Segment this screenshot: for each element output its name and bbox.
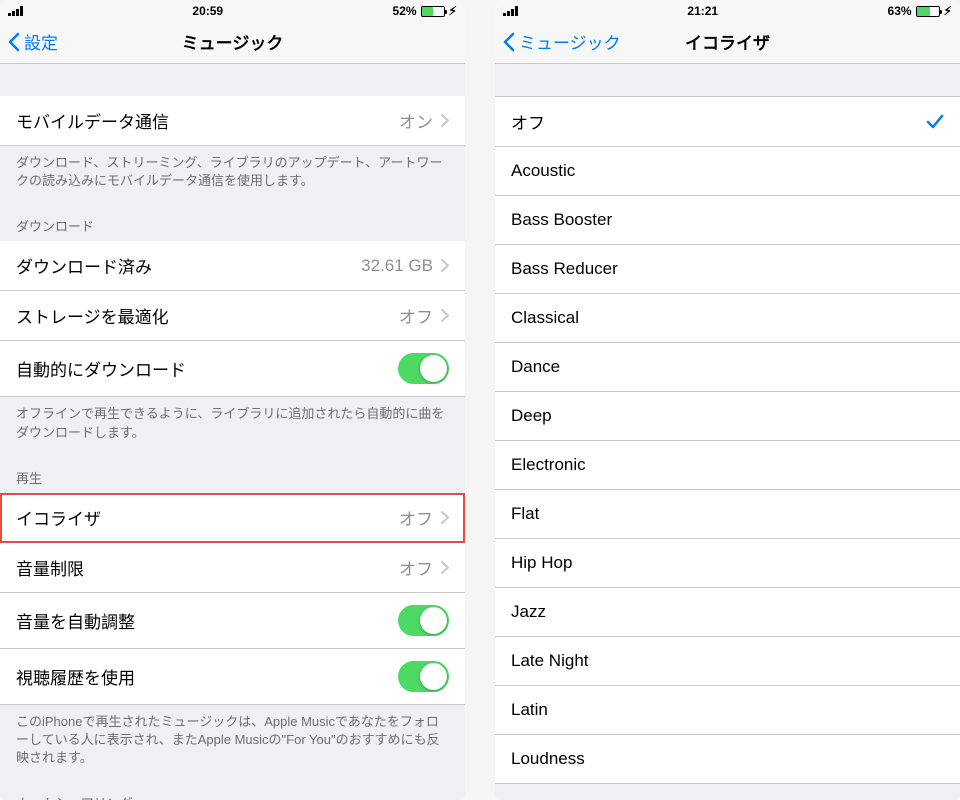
optimize-storage-cell[interactable]: ストレージを最適化 オフ (0, 291, 465, 341)
home-sharing-header: ホームシェアリング (0, 775, 465, 800)
battery-percentage: 52% (393, 4, 417, 18)
cell-value: 32.61 GB (361, 256, 433, 276)
cell-value: オン (399, 108, 433, 133)
eq-option-cell[interactable]: Hip Hop (495, 539, 960, 588)
disclosure-icon (441, 114, 449, 127)
eq-option-cell[interactable]: Acoustic (495, 147, 960, 196)
signal-icon (503, 6, 518, 16)
eq-option-cell[interactable]: Bass Booster (495, 196, 960, 245)
eq-option-cell[interactable]: Late Night (495, 637, 960, 686)
toggle-switch-on[interactable] (398, 353, 449, 384)
eq-option-label: Dance (511, 357, 560, 377)
charging-icon: ⚡︎ (944, 4, 952, 18)
disclosure-icon (441, 309, 449, 322)
back-label: 設定 (24, 29, 58, 54)
back-button[interactable]: 設定 (8, 29, 58, 54)
eq-option-label: オフ (511, 109, 545, 134)
cellular-footer: ダウンロード、ストリーミング、ライブラリのアップデート、アートワークの読み込みに… (0, 146, 465, 198)
eq-option-label: Latin (511, 700, 548, 720)
auto-download-cell[interactable]: 自動的にダウンロード (0, 341, 465, 397)
battery-icon (421, 6, 445, 17)
eq-option-label: Hip Hop (511, 553, 572, 573)
chevron-left-icon (8, 32, 20, 52)
volume-limit-cell[interactable]: 音量制限 オフ (0, 543, 465, 593)
eq-option-label: Loudness (511, 749, 585, 769)
back-label: ミュージック (519, 29, 621, 54)
eq-option-label: Acoustic (511, 161, 575, 181)
cellular-data-cell[interactable]: モバイルデータ通信 オン (0, 96, 465, 146)
disclosure-icon (441, 511, 449, 524)
phone-equalizer-settings: 21:21 63% ⚡︎ ミュージック イコライザ オフ Acoustic Bass… (495, 0, 960, 800)
eq-option-label: Late Night (511, 651, 589, 671)
sound-check-cell[interactable]: 音量を自動調整 (0, 593, 465, 649)
equalizer-list[interactable]: オフ Acoustic Bass Booster Bass Reducer Classi… (495, 64, 960, 800)
playback-footer: このiPhoneで再生されたミュージックは、Apple Musicであなたをフォ… (0, 705, 465, 776)
eq-option-cell[interactable]: Electronic (495, 441, 960, 490)
eq-option-cell[interactable]: Jazz (495, 588, 960, 637)
eq-option-label: Jazz (511, 602, 546, 622)
cell-label: モバイルデータ通信 (16, 108, 169, 133)
eq-option-cell[interactable]: Latin (495, 686, 960, 735)
signal-icon (8, 6, 23, 16)
equalizer-cell[interactable]: イコライザ オフ (0, 493, 465, 543)
downloads-header: ダウンロード (0, 198, 465, 241)
eq-option-label: Flat (511, 504, 539, 524)
cell-label: ダウンロード済み (16, 253, 152, 278)
cell-value: オフ (399, 303, 433, 328)
status-time: 21:21 (687, 4, 718, 18)
cell-label: 音量制限 (16, 555, 84, 580)
toggle-switch-on[interactable] (398, 661, 449, 692)
eq-option-cell[interactable]: オフ (495, 96, 960, 147)
navigation-bar: 設定 ミュージック (0, 20, 465, 64)
navigation-bar: ミュージック イコライザ (495, 20, 960, 64)
eq-option-cell[interactable]: Classical (495, 294, 960, 343)
cell-label: ストレージを最適化 (16, 303, 169, 328)
cell-value: オフ (399, 555, 433, 580)
cell-label: 自動的にダウンロード (16, 356, 186, 381)
status-bar: 20:59 52% ⚡︎ (0, 0, 465, 20)
phone-music-settings: 20:59 52% ⚡︎ 設定 ミュージック モバイルデータ通信 オン ダウンロ… (0, 0, 465, 800)
playback-header: 再生 (0, 450, 465, 493)
settings-content[interactable]: モバイルデータ通信 オン ダウンロード、ストリーミング、ライブラリのアップデート… (0, 64, 465, 800)
battery-icon (916, 6, 940, 17)
eq-option-label: Deep (511, 406, 552, 426)
cell-label: イコライザ (16, 505, 101, 530)
use-history-cell[interactable]: 視聴履歴を使用 (0, 649, 465, 705)
eq-option-label: Classical (511, 308, 579, 328)
eq-option-cell[interactable]: Loudness (495, 735, 960, 784)
eq-option-label: Bass Booster (511, 210, 612, 230)
cell-value: オフ (399, 505, 433, 530)
charging-icon: ⚡︎ (449, 4, 457, 18)
eq-option-cell[interactable]: Flat (495, 490, 960, 539)
nav-title: ミュージック (182, 29, 284, 54)
cell-label: 音量を自動調整 (16, 608, 135, 633)
eq-option-label: Bass Reducer (511, 259, 618, 279)
cell-label: 視聴履歴を使用 (16, 664, 135, 689)
chevron-left-icon (503, 32, 515, 52)
eq-option-cell[interactable]: Deep (495, 392, 960, 441)
disclosure-icon (441, 259, 449, 272)
disclosure-icon (441, 561, 449, 574)
back-button[interactable]: ミュージック (503, 29, 621, 54)
status-bar: 21:21 63% ⚡︎ (495, 0, 960, 20)
downloaded-music-cell[interactable]: ダウンロード済み 32.61 GB (0, 241, 465, 291)
battery-percentage: 63% (888, 4, 912, 18)
downloads-footer: オフラインで再生できるように、ライブラリに追加されたら自動的に曲をダウンロードし… (0, 397, 465, 449)
checkmark-icon (926, 113, 944, 131)
nav-title: イコライザ (685, 29, 770, 54)
status-time: 20:59 (192, 4, 223, 18)
eq-option-label: Electronic (511, 455, 586, 475)
eq-option-cell[interactable]: Dance (495, 343, 960, 392)
eq-option-cell[interactable]: Bass Reducer (495, 245, 960, 294)
toggle-switch-on[interactable] (398, 605, 449, 636)
